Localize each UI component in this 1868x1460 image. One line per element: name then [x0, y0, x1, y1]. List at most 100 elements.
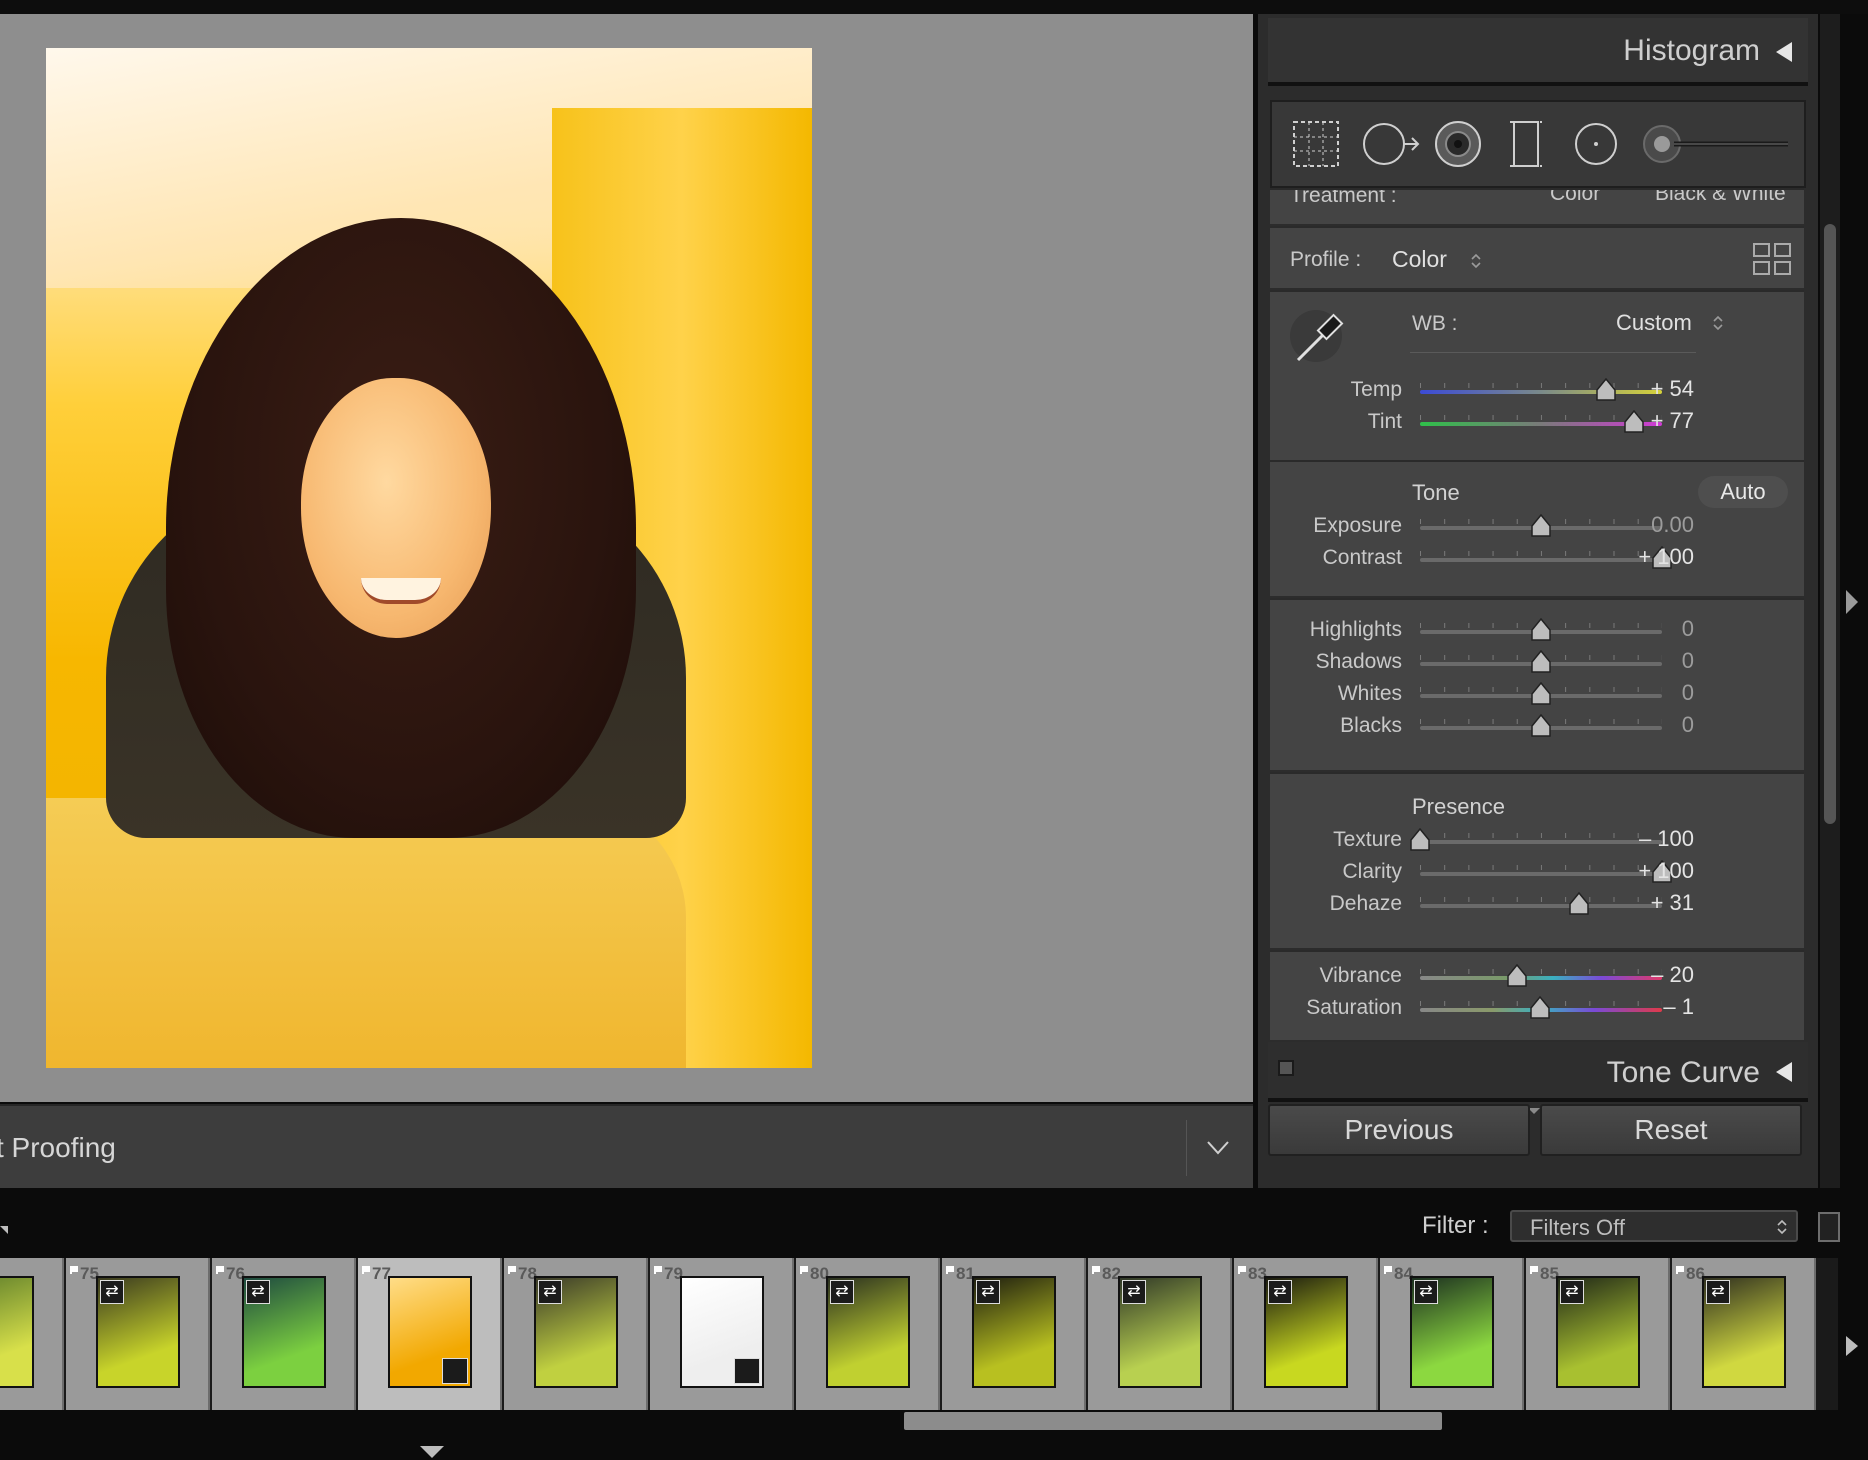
sync-badge-icon: ⇄: [1560, 1280, 1584, 1304]
exposure-slider-thumb[interactable]: [1531, 514, 1551, 538]
contrast-value[interactable]: + 100: [1584, 544, 1694, 570]
blacks-value[interactable]: 0: [1584, 712, 1694, 738]
soft-proofing-label[interactable]: t Proofing: [0, 1132, 116, 1164]
profile-value[interactable]: Color: [1392, 246, 1447, 273]
filmstrip-scrollbar-thumb[interactable]: [904, 1412, 1442, 1430]
wb-divider: [1410, 352, 1696, 353]
whites-value[interactable]: 0: [1584, 680, 1694, 706]
saturation-slider-thumb[interactable]: [1530, 996, 1550, 1020]
tint-value[interactable]: + 77: [1584, 408, 1694, 434]
tone-auto-button[interactable]: Auto: [1698, 476, 1788, 508]
whites-slider-thumb[interactable]: [1531, 682, 1551, 706]
filmstrip-collapse-icon[interactable]: [420, 1446, 444, 1458]
exposure-label: Exposure: [1313, 514, 1402, 537]
histogram-header[interactable]: Histogram: [1268, 18, 1808, 86]
histogram-collapse-icon[interactable]: [1776, 42, 1792, 62]
flag-icon: [1238, 1266, 1246, 1274]
shadows-slider-thumb[interactable]: [1531, 650, 1551, 674]
tone-curve-title: Tone Curve: [1606, 1056, 1760, 1089]
filmstrip-thumbnail[interactable]: 81 ⇄: [942, 1258, 1086, 1410]
texture-slider-thumb[interactable]: [1410, 828, 1430, 852]
filmstrip-thumbnail[interactable]: 79: [650, 1258, 794, 1410]
filmstrip-thumbnail[interactable]: 86 ⇄: [1672, 1258, 1816, 1410]
image-viewer[interactable]: [0, 14, 1253, 1102]
tone-curve-collapse-icon[interactable]: [1776, 1062, 1792, 1082]
vibrance-label: Vibrance: [1319, 964, 1402, 987]
wb-spinner-icon[interactable]: [1712, 314, 1724, 332]
filter-lock-icon[interactable]: [1818, 1212, 1840, 1242]
develop-adjusted-badge-icon: [442, 1358, 468, 1384]
top-strip: [0, 0, 1868, 14]
sync-badge-icon: ⇄: [976, 1280, 1000, 1304]
exposure-value[interactable]: 0.00: [1584, 512, 1694, 538]
flag-icon: [654, 1266, 662, 1274]
filmstrip-thumbnail[interactable]: 83 ⇄: [1234, 1258, 1378, 1410]
tone-curve-toggle-icon[interactable]: [1278, 1060, 1294, 1076]
profile-row: Profile : Color: [1270, 226, 1804, 288]
filter-label: Filter :: [1422, 1212, 1489, 1239]
temp-value[interactable]: + 54: [1584, 376, 1694, 402]
spot-removal-icon[interactable]: [1362, 118, 1422, 170]
vibrance-slider-thumb[interactable]: [1507, 964, 1527, 988]
filmstrip-thumbnail[interactable]: 85 ⇄: [1526, 1258, 1670, 1410]
filmstrip-thumbnail[interactable]: 75 ⇄: [66, 1258, 210, 1410]
profile-spinner-icon[interactable]: [1470, 252, 1482, 270]
panel-scrollbar-thumb[interactable]: [1824, 224, 1836, 824]
highlights-value[interactable]: 0: [1584, 616, 1694, 642]
crop-overlay-icon[interactable]: [1290, 118, 1342, 170]
develop-panel: Histogram Treatment: Color Black & Whit…: [1258, 14, 1818, 1188]
previous-button[interactable]: Previous: [1268, 1104, 1530, 1156]
red-eye-icon[interactable]: [1432, 118, 1484, 170]
sync-badge-icon: ⇄: [1268, 1280, 1292, 1304]
filmstrip-thumbnail[interactable]: 78 ⇄: [504, 1258, 648, 1410]
vibrance-value[interactable]: – 20: [1584, 962, 1694, 988]
sync-badge-icon: ⇄: [1122, 1280, 1146, 1304]
graduated-filter-icon[interactable]: [1500, 118, 1552, 170]
histogram-title: Histogram: [1623, 34, 1760, 67]
treatment-bw-option[interactable]: Black & White: [1655, 190, 1786, 206]
viewer-toolbar: t Proofing: [0, 1104, 1253, 1188]
saturation-value[interactable]: – 1: [1584, 994, 1694, 1020]
filmstrip-right-toggle-icon[interactable]: [1846, 1336, 1858, 1356]
dehaze-label: Dehaze: [1329, 892, 1402, 915]
thumbnail-image: [0, 1276, 34, 1388]
photo-cushion: [46, 798, 686, 1068]
filmstrip-thumbnail[interactable]: 80 ⇄: [796, 1258, 940, 1410]
temp-label: Temp: [1350, 378, 1402, 401]
dehaze-value[interactable]: + 31: [1584, 890, 1694, 916]
filmstrip-thumbnail[interactable]: 84 ⇄: [1380, 1258, 1524, 1410]
flag-icon: [946, 1266, 954, 1274]
color-presence-section: Vibrance – 20 Saturation – 1: [1270, 950, 1804, 1040]
panel-scrollbar[interactable]: [1820, 14, 1840, 1188]
texture-value[interactable]: – 100: [1584, 826, 1694, 852]
tint-label: Tint: [1367, 410, 1402, 433]
adjustment-brush-icon[interactable]: [1638, 118, 1794, 170]
toolbar-divider: [1186, 1120, 1187, 1176]
sync-badge-icon: ⇄: [830, 1280, 854, 1304]
filmstrip-thumbnail[interactable]: [0, 1258, 64, 1410]
filmstrip-thumbnail[interactable]: 76 ⇄: [212, 1258, 356, 1410]
clarity-label: Clarity: [1342, 860, 1402, 883]
reset-button[interactable]: Reset: [1540, 1104, 1802, 1156]
treatment-color-option[interactable]: Color: [1550, 190, 1600, 206]
toolbar-menu-chevron-icon[interactable]: [1206, 1140, 1230, 1156]
shadows-value[interactable]: 0: [1584, 648, 1694, 674]
tone-curve-header[interactable]: Tone Curve: [1268, 1042, 1808, 1102]
filmstrip-thumbnail[interactable]: 82 ⇄: [1088, 1258, 1232, 1410]
filmstrip-source-chevron-icon[interactable]: [0, 1226, 8, 1234]
sync-badge-icon: ⇄: [1706, 1280, 1730, 1304]
blacks-slider-thumb[interactable]: [1531, 714, 1551, 738]
highlights-slider-thumb[interactable]: [1531, 618, 1551, 642]
profile-browser-grid-icon[interactable]: [1752, 242, 1792, 276]
wb-eyedropper-icon[interactable]: [1290, 302, 1354, 366]
wb-value[interactable]: Custom: [1616, 310, 1692, 336]
right-panel-toggle-icon[interactable]: [1846, 590, 1858, 614]
radial-filter-icon[interactable]: [1570, 118, 1622, 170]
presence-section: Presence Texture – 100 Clarity + 100 Deh…: [1270, 772, 1804, 948]
filmstrip-thumbnail[interactable]: 77: [358, 1258, 502, 1410]
filter-select[interactable]: Filters Off: [1510, 1210, 1798, 1242]
flag-icon: [1384, 1266, 1392, 1274]
clarity-value[interactable]: + 100: [1584, 858, 1694, 884]
white-balance-section: WB : Custom Temp + 54 Tint + 77: [1270, 290, 1804, 460]
sync-badge-icon: ⇄: [1414, 1280, 1438, 1304]
